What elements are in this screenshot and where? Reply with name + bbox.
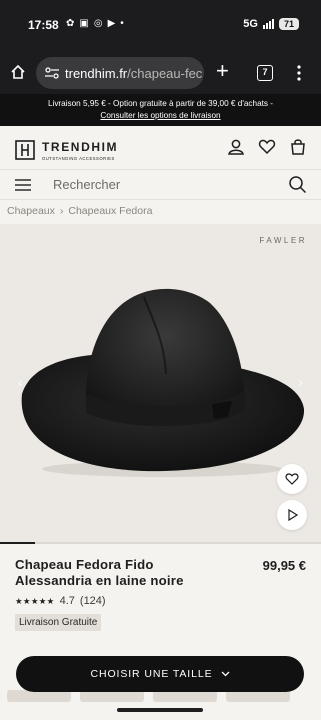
check-notification-icon: ◎ [93,18,103,29]
battery-icon: 71 [278,18,299,30]
review-count: (124) [79,595,106,607]
bag-notification-icon: ▣ [79,18,89,29]
account-icon[interactable] [227,138,245,156]
cart-icon[interactable] [289,138,307,156]
add-to-wishlist-button[interactable] [277,464,307,494]
choose-size-label: CHOISIR UNE TAILLE [90,668,213,680]
shipping-text: Livraison 5,95 € - Option gratuite à par… [47,99,274,108]
site-settings-icon[interactable] [44,66,60,80]
product-image[interactable] [14,279,310,479]
search-bar: Rechercher [0,170,321,200]
logo[interactable]: TRENDHIM OUTSTANDING ACCESSORIES [15,138,118,162]
play-video-button[interactable] [277,500,307,530]
gallery-progress-fill [0,542,36,544]
free-shipping-badge: Livraison Gratuite [15,614,102,631]
menu-icon[interactable] [15,179,31,191]
next-image-arrow[interactable]: › [298,374,303,390]
status-time: 17:58 [28,18,59,32]
url-path: /chapeau-fec [127,65,203,81]
search-input[interactable]: Rechercher [53,177,120,192]
previous-image-arrow[interactable]: ‹ [18,374,23,390]
shipping-options-link[interactable]: Consulter les options de livraison [0,110,321,122]
chevron-down-icon [221,671,229,677]
shipping-banner: Livraison 5,95 € - Option gratuite à par… [0,94,321,126]
wishlist-icon[interactable] [258,138,276,156]
new-tab-icon[interactable]: + [216,60,229,82]
heart-icon [285,473,299,485]
play-icon [288,508,299,522]
app-notification-icon: ✿ [66,18,75,29]
search-icon[interactable] [288,175,307,194]
product-title: Chapeau Fedora Fido Alessandria en laine… [15,557,184,588]
dot-icon: • [120,18,124,29]
status-notification-icons: ✿ ▣ ◎ ▶ • [66,18,124,29]
breadcrumb-item-chapeaux-fedora[interactable]: Chapeaux Fedora [68,205,152,217]
brand-name: TRENDHIM [42,140,119,154]
site-header: TRENDHIM OUTSTANDING ACCESSORIES [0,126,321,170]
tab-switcher-button[interactable]: 7 [257,65,273,81]
breadcrumb-separator: › [59,205,64,217]
status-bar: 17:58 ✿ ▣ ◎ ▶ • 5G 71 [0,0,321,52]
product-gallery[interactable]: FAWLER ‹ › [0,224,321,542]
gallery-progress [0,542,321,544]
product-rating[interactable]: ★★★★★ 4.7 (124) [15,595,106,607]
brand-tagline: OUTSTANDING ACCESSORIES [42,156,115,161]
breadcrumb: Chapeaux › Chapeaux Fedora [7,205,152,217]
network-label: 5G [243,18,258,30]
more-options-icon[interactable] [297,64,301,82]
brand-watermark: FAWLER [259,236,307,245]
home-icon[interactable] [10,64,26,80]
logo-mark-icon [15,140,35,160]
url-host: trendhim.fr [65,65,128,81]
signal-icon [262,19,274,29]
choose-size-button[interactable]: CHOISIR UNE TAILLE [16,656,304,692]
youtube-notification-icon: ▶ [107,18,116,29]
browser-toolbar: trendhim.fr/chapeau-fec + 7 [0,52,321,94]
rating-value: 4.7 [59,595,75,607]
product-price: 99,95 € [262,558,306,573]
home-indicator[interactable] [117,708,203,712]
address-bar[interactable]: trendhim.fr/chapeau-fec [36,57,204,89]
rating-stars-icon: ★★★★★ [15,595,55,606]
breadcrumb-item-chapeaux[interactable]: Chapeaux [7,205,55,217]
